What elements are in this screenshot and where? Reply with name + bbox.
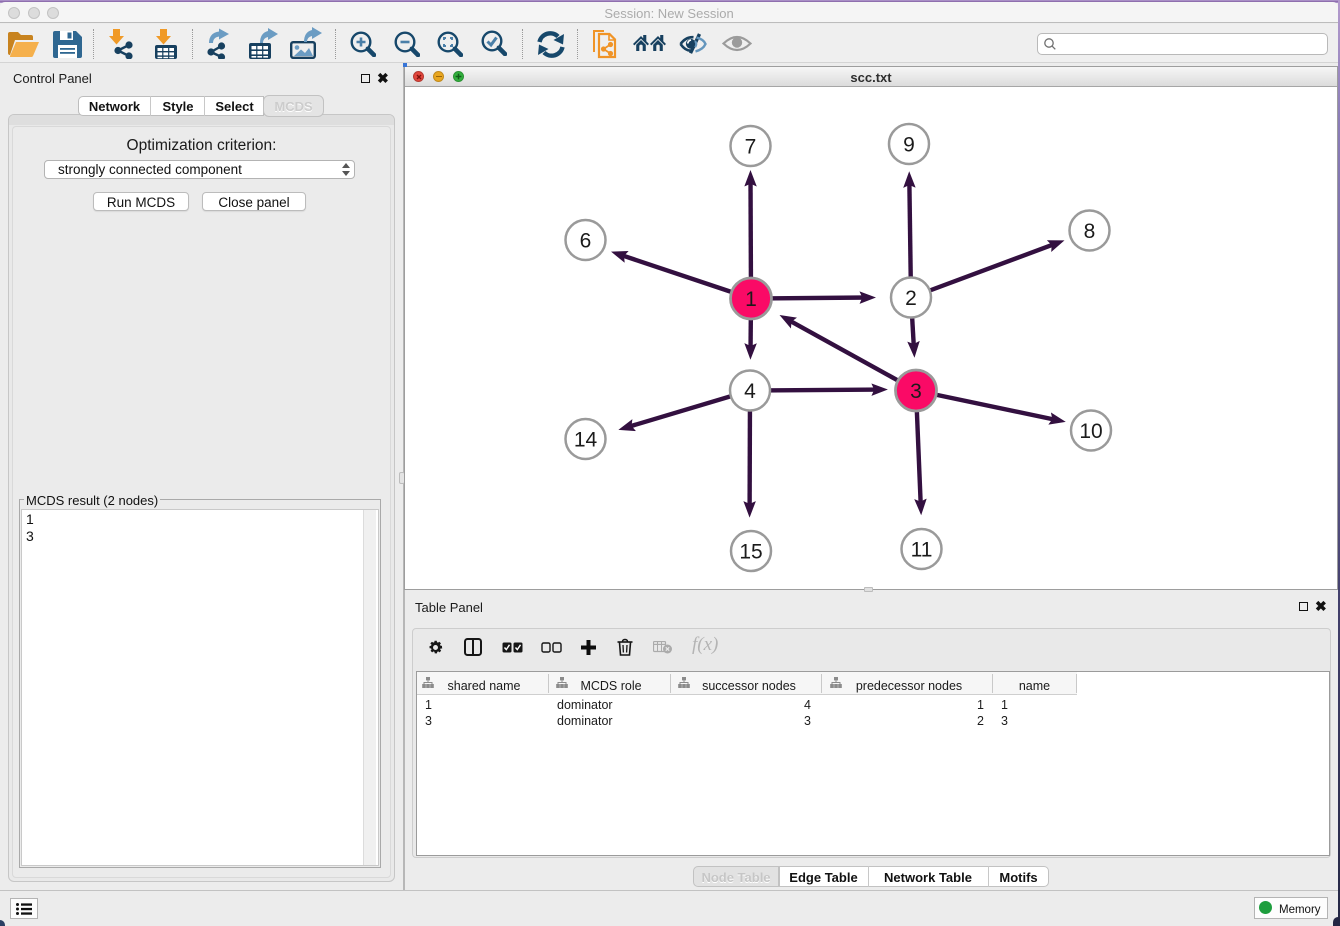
svg-text:2: 2: [905, 287, 917, 310]
svg-text:15: 15: [739, 540, 762, 563]
svg-text:4: 4: [744, 380, 756, 403]
svg-text:10: 10: [1079, 420, 1102, 443]
svg-text:9: 9: [903, 133, 915, 156]
svg-text:8: 8: [1083, 220, 1095, 243]
svg-text:14: 14: [573, 428, 597, 451]
svg-text:1: 1: [745, 288, 757, 311]
svg-text:11: 11: [910, 538, 932, 561]
svg-text:3: 3: [910, 380, 922, 403]
svg-text:7: 7: [744, 135, 756, 158]
svg-text:6: 6: [579, 229, 591, 252]
